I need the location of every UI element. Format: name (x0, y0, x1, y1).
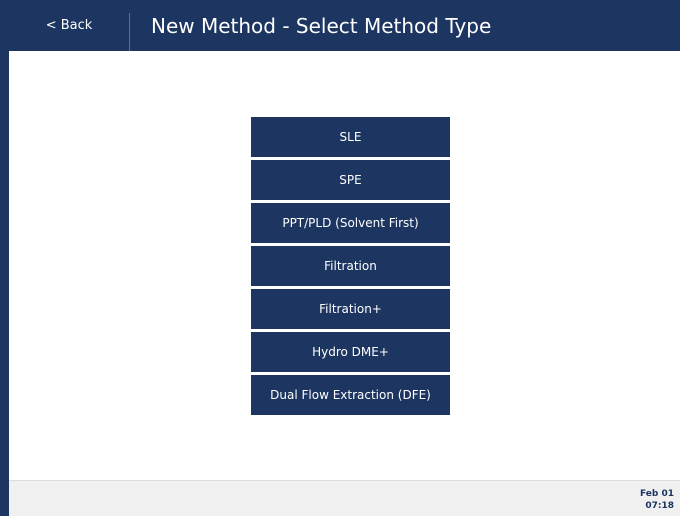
method-button-hydro-dme-plus[interactable]: Hydro DME+ (251, 332, 450, 372)
method-button-ppt-pld[interactable]: PPT/PLD (Solvent First) (251, 203, 450, 243)
header-divider (129, 13, 130, 51)
date-label: Feb 01 (640, 489, 674, 499)
method-button-sle[interactable]: SLE (251, 117, 450, 157)
back-button[interactable]: < Back (9, 0, 129, 51)
app-window: < Back New Method - Select Method Type S… (0, 0, 680, 516)
footer-bar: Feb 01 07:18 (9, 480, 680, 516)
method-button-filtration-plus[interactable]: Filtration+ (251, 289, 450, 329)
page-title: New Method - Select Method Type (151, 13, 492, 38)
method-button-spe[interactable]: SPE (251, 160, 450, 200)
header-bar: < Back New Method - Select Method Type (0, 0, 680, 51)
left-edge-bar (0, 0, 9, 516)
method-button-dfe[interactable]: Dual Flow Extraction (DFE) (251, 375, 450, 415)
date-time-display: Feb 01 07:18 (640, 488, 674, 512)
time-label: 07:18 (645, 501, 674, 511)
method-type-list: SLE SPE PPT/PLD (Solvent First) Filtrati… (251, 117, 450, 418)
method-button-filtration[interactable]: Filtration (251, 246, 450, 286)
